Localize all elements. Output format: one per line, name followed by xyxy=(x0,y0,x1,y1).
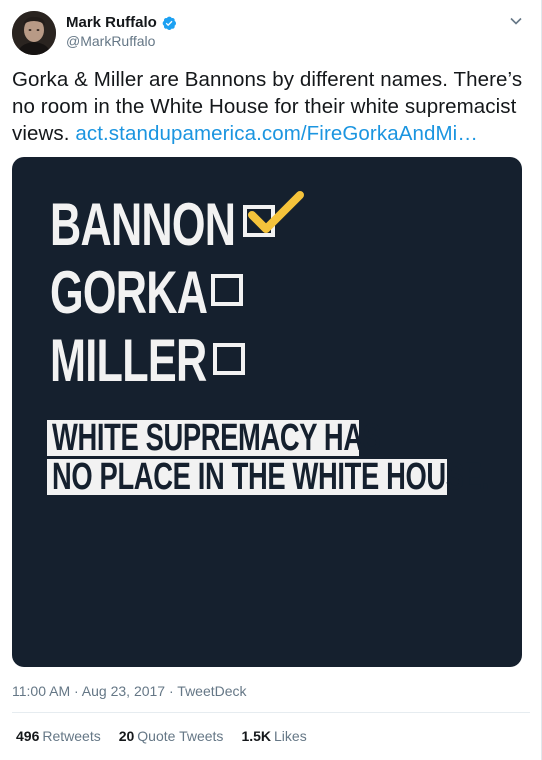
quote-label: Quote Tweets xyxy=(137,728,224,744)
verified-badge-icon xyxy=(161,15,177,31)
band-line-1: WHITE SUPREMACY HAS xyxy=(52,417,381,459)
tweet-stats: 496 Retweets 20 Quote Tweets 1.5K Likes xyxy=(16,728,325,744)
checkbox-gorka xyxy=(211,274,243,306)
image-line-bannon: BANNON xyxy=(50,191,236,258)
likes-label: Likes xyxy=(274,728,307,744)
tweet-date[interactable]: Aug 23, 2017 xyxy=(82,683,165,699)
chevron-down-icon[interactable] xyxy=(509,14,523,28)
quote-tweets-stat[interactable]: 20 Quote Tweets xyxy=(119,728,224,744)
image-line-miller: MILLER xyxy=(50,327,207,394)
tweet-meta: 11:00 AM · Aug 23, 2017 · TweetDeck xyxy=(12,683,247,699)
tweet-time[interactable]: 11:00 AM xyxy=(12,683,70,699)
likes-count: 1.5K xyxy=(241,728,272,744)
retweets-count: 496 xyxy=(16,728,40,744)
quote-count: 20 xyxy=(118,728,135,744)
meta-separator: · xyxy=(70,683,82,699)
tweet-text: Gorka & Miller are Bannons by different … xyxy=(12,66,532,147)
band-line-2: NO PLACE IN THE WHITE HOUSE. xyxy=(52,456,489,498)
tweet-card: Mark Ruffalo @MarkRuffalo Gorka & Miller… xyxy=(0,0,542,760)
checkbox-miller xyxy=(213,343,245,375)
tweet-link[interactable]: act.standupamerica.com/FireGorkaAndMi… xyxy=(75,122,478,145)
tweet-source[interactable]: TweetDeck xyxy=(177,683,246,699)
avatar-image xyxy=(12,11,56,55)
divider xyxy=(12,712,530,713)
author-handle[interactable]: @MarkRuffalo xyxy=(66,33,155,49)
display-name[interactable]: Mark Ruffalo xyxy=(66,14,157,31)
retweets-label: Retweets xyxy=(42,728,101,744)
meta-separator: · xyxy=(165,683,178,699)
retweets-stat[interactable]: 496 Retweets xyxy=(16,728,101,744)
author-name-row[interactable]: Mark Ruffalo xyxy=(66,14,177,31)
avatar[interactable] xyxy=(12,11,56,55)
tweet-image[interactable]: BANNON GORKA MILLER WHITE SUPREMACY HAS … xyxy=(12,157,522,667)
image-line-gorka: GORKA xyxy=(50,259,208,326)
likes-stat[interactable]: 1.5K Likes xyxy=(241,728,306,744)
checkmark-icon xyxy=(244,189,306,237)
